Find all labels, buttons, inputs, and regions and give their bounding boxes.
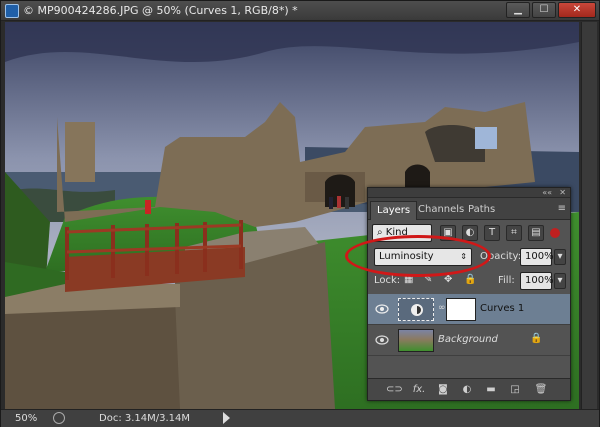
close-button[interactable]: ✕ — [558, 2, 596, 18]
title-bar[interactable]: © MP900424286.JPG @ 50% (Curves 1, RGB/8… — [1, 1, 599, 21]
filter-smart-object-icon[interactable]: ▤ — [528, 225, 544, 241]
tab-layers[interactable]: Layers — [370, 201, 418, 220]
photoshop-window: © MP900424286.JPG @ 50% (Curves 1, RGB/8… — [0, 0, 600, 427]
adjustment-icon[interactable]: ◐ — [460, 383, 474, 397]
status-options-icon[interactable] — [53, 412, 65, 424]
opacity-dropdown-icon[interactable]: ▾ — [554, 249, 566, 265]
layer-name[interactable]: Curves 1 — [480, 303, 524, 314]
highlight-annotation — [345, 235, 491, 277]
filter-shape-icon[interactable]: ⌗ — [506, 225, 522, 241]
group-icon[interactable]: ▬ — [484, 383, 498, 397]
fx-icon[interactable]: fx. — [412, 383, 426, 397]
maximize-button[interactable]: ☐ — [532, 2, 556, 18]
background-layer-thumbnail[interactable] — [398, 329, 434, 352]
lock-position-icon[interactable]: ✥ — [444, 274, 452, 285]
layers-panel: «« ✕ Layers Channels Paths ≡ ⌕ Kind ▣ ◐ … — [367, 187, 571, 401]
panel-menu-icon[interactable]: ≡ — [558, 203, 566, 214]
fill-label: Fill: — [498, 275, 515, 286]
trash-icon[interactable]: 🗑 — [534, 383, 548, 397]
mask-link-icon[interactable]: ∞ — [438, 303, 446, 313]
fill-dropdown-icon[interactable]: ▾ — [554, 273, 566, 289]
collapse-icon[interactable]: «« — [542, 188, 552, 197]
curves-icon — [411, 304, 423, 316]
link-icon[interactable]: ⊂⊃ — [386, 383, 403, 397]
status-menu-arrow-icon[interactable] — [223, 412, 230, 424]
zoom-level[interactable]: 50% — [15, 413, 37, 424]
layer-mask-thumbnail[interactable] — [446, 298, 476, 321]
document-size: Doc: 3.14M/3.14M — [99, 413, 191, 424]
adjustment-layer-thumbnail[interactable] — [398, 298, 434, 321]
lock-label: Lock: — [374, 275, 401, 286]
layer-name[interactable]: Background — [438, 334, 498, 345]
lock-icon: 🔒 — [530, 333, 543, 344]
lock-all-icon[interactable]: 🔒 — [464, 274, 476, 285]
layer-row-background[interactable]: Background 🔒 — [368, 325, 570, 356]
panel-footer: ⊂⊃ fx. ◙ ◐ ▬ ◲ 🗑 — [368, 378, 570, 400]
status-bar: 50% Doc: 3.14M/3.14M — [1, 409, 599, 427]
visibility-eye-icon[interactable] — [375, 303, 389, 315]
new-layer-icon[interactable]: ◲ — [508, 383, 522, 397]
panel-header[interactable]: «« ✕ — [368, 188, 570, 198]
filter-adjustment-icon[interactable]: ◐ — [462, 225, 478, 241]
panel-tabs: Layers Channels Paths ≡ — [368, 198, 570, 220]
fill-input[interactable]: 100% — [520, 272, 554, 290]
tab-paths[interactable]: Paths — [462, 201, 501, 220]
panel-close-icon[interactable]: ✕ — [559, 188, 566, 197]
document-title: © MP900424286.JPG @ 50% (Curves 1, RGB/8… — [23, 4, 298, 17]
photoshop-icon — [5, 4, 19, 18]
mask-icon[interactable]: ◙ — [436, 383, 450, 397]
opacity-input[interactable]: 100% — [520, 248, 554, 266]
visibility-eye-icon[interactable] — [375, 334, 389, 346]
layer-row-curves[interactable]: ∞ Curves 1 — [368, 294, 570, 325]
filter-type-icon[interactable]: T — [484, 225, 500, 241]
minimize-button[interactable]: ▁ — [506, 2, 530, 18]
vertical-scrollbar[interactable] — [581, 22, 597, 409]
filter-toggle-icon[interactable] — [550, 228, 560, 238]
